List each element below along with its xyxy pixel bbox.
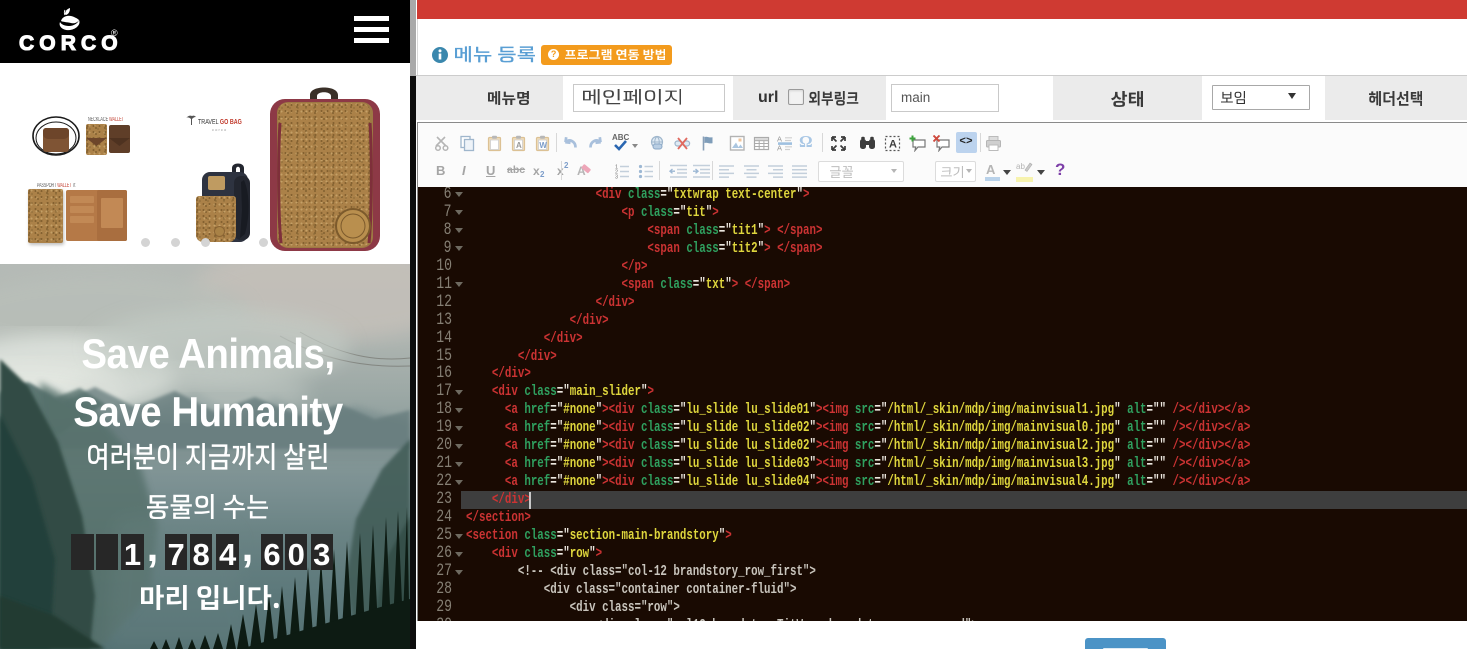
svg-text:3: 3 (615, 175, 618, 181)
svg-text:ab: ab (1016, 162, 1025, 171)
svg-text:ABC: ABC (612, 133, 630, 142)
svg-text:A: A (889, 138, 897, 150)
svg-text:A: A (777, 135, 782, 144)
svg-text:A: A (516, 141, 522, 150)
svg-text:W: W (539, 141, 547, 150)
